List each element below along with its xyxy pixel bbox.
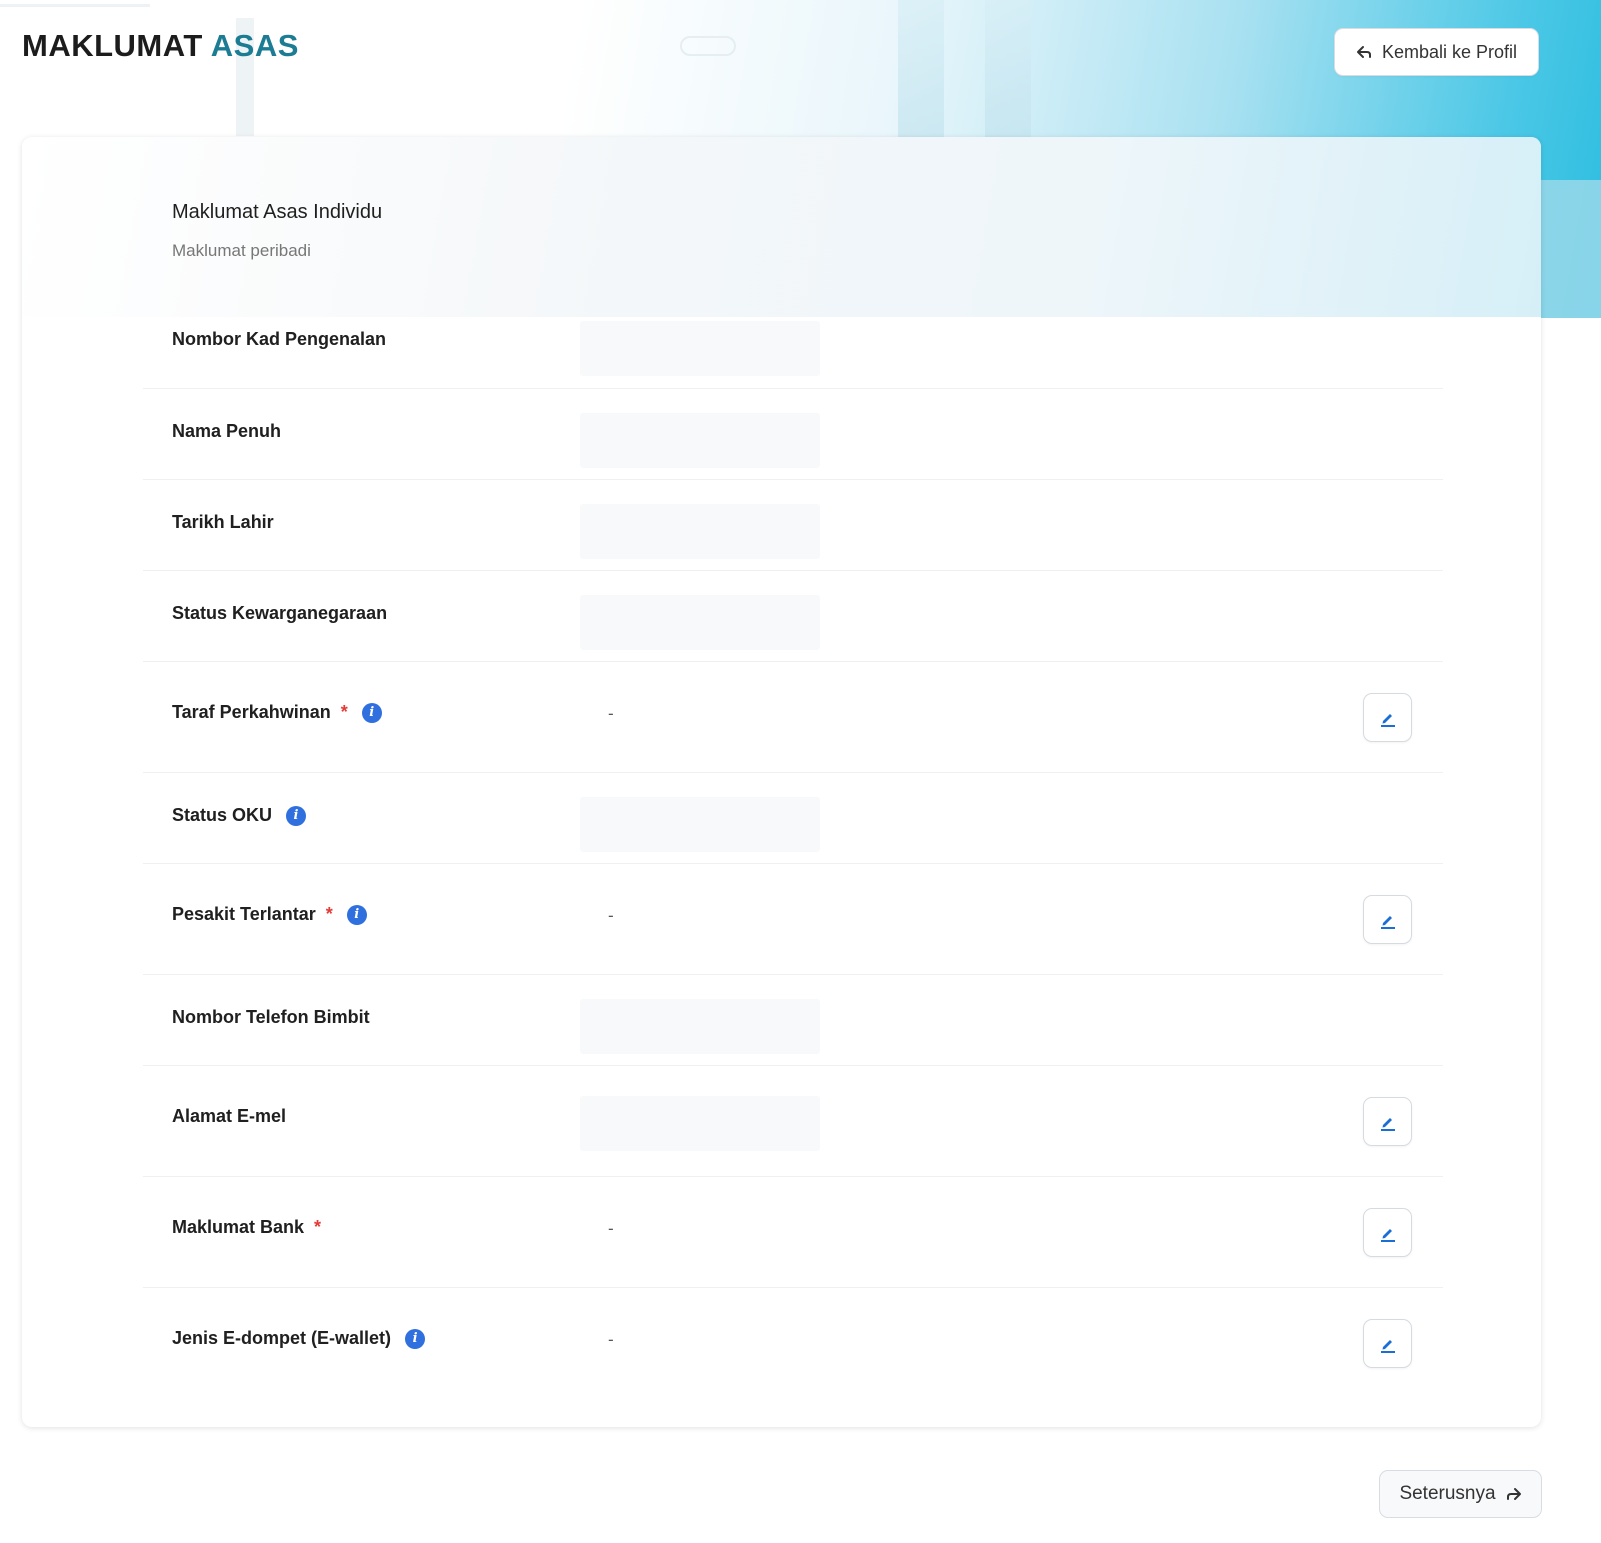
- field-label: Tarikh Lahir: [172, 512, 274, 532]
- info-icon[interactable]: i: [405, 1328, 426, 1349]
- field-row: Nombor Kad Pengenalan: [143, 297, 1443, 388]
- back-arrow-icon: [1356, 46, 1371, 58]
- field-label: Nama Penuh: [172, 421, 282, 441]
- edit-button[interactable]: [1363, 1208, 1412, 1257]
- pencil-icon: [1380, 713, 1395, 727]
- field-value: -: [608, 906, 614, 925]
- cloud-illustration: [680, 36, 736, 56]
- twin-tower-right-illustration: [985, 0, 1031, 140]
- pencil-icon: [1380, 1228, 1395, 1242]
- field-label-group: Status OKU i: [172, 805, 307, 826]
- next-button[interactable]: Seterusnya: [1379, 1470, 1542, 1518]
- page-title-main: MAKLUMAT: [22, 28, 203, 63]
- basic-info-card: Maklumat Asas Individu Maklumat peribadi…: [22, 137, 1541, 1427]
- field-label: Nombor Telefon Bimbit: [172, 1007, 370, 1027]
- field-row: Nombor Telefon Bimbit: [143, 974, 1443, 1065]
- field-label-group: Jenis E-dompet (E-wallet) i: [172, 1328, 426, 1349]
- info-icon[interactable]: i: [361, 702, 382, 723]
- field-row: Status OKU i: [143, 772, 1443, 863]
- redacted-value: [580, 1096, 820, 1151]
- field-label-group: Alamat E-mel: [172, 1106, 286, 1127]
- required-marker: *: [325, 904, 333, 924]
- redacted-value: [580, 413, 820, 468]
- back-to-profile-button[interactable]: Kembali ke Profil: [1334, 28, 1539, 76]
- required-marker: *: [314, 1217, 322, 1237]
- edit-button[interactable]: [1363, 895, 1412, 944]
- field-row: Nama Penuh: [143, 388, 1443, 479]
- field-label: Jenis E-dompet (E-wallet): [172, 1328, 392, 1348]
- decorative-line: [0, 4, 150, 11]
- field-label-group: Tarikh Lahir: [172, 512, 274, 533]
- info-icon[interactable]: i: [346, 904, 367, 925]
- page-title: MAKLUMAT ASAS: [22, 28, 299, 64]
- field-label: Pesakit Terlantar: [172, 904, 316, 924]
- field-value: -: [608, 704, 614, 723]
- field-row: Tarikh Lahir: [143, 479, 1443, 570]
- page-title-accent: ASAS: [210, 28, 299, 63]
- field-label-group: Nombor Telefon Bimbit: [172, 1007, 370, 1028]
- pencil-icon: [1380, 915, 1395, 929]
- edit-button[interactable]: [1363, 1097, 1412, 1146]
- skyline-illustration: [1540, 180, 1601, 318]
- field-label: Maklumat Bank: [172, 1217, 305, 1237]
- field-list: Nombor Kad Pengenalan Nama Penuh Tarikh La…: [143, 297, 1443, 1398]
- field-row: Maklumat Bank * -: [143, 1176, 1443, 1287]
- field-row: Pesakit Terlantar * i -: [143, 863, 1443, 974]
- card-title: Maklumat Asas Individu: [172, 201, 383, 223]
- card-header-background: [22, 137, 1541, 317]
- field-label: Status OKU: [172, 805, 273, 825]
- info-icon[interactable]: i: [286, 805, 307, 826]
- field-label: Alamat E-mel: [172, 1106, 287, 1126]
- field-row: Status Kewarganegaraan: [143, 570, 1443, 661]
- field-label: Taraf Perkahwinan: [172, 702, 331, 722]
- field-row: Jenis E-dompet (E-wallet) i -: [143, 1287, 1443, 1398]
- field-label: Status Kewarganegaraan: [172, 603, 388, 623]
- field-value: -: [608, 1219, 614, 1238]
- field-label-group: Status Kewarganegaraan: [172, 603, 387, 624]
- card-subtitle: Maklumat peribadi: [172, 241, 311, 260]
- field-label-group: Maklumat Bank *: [172, 1217, 321, 1238]
- field-label: Nombor Kad Pengenalan: [172, 329, 387, 349]
- required-marker: *: [340, 702, 348, 722]
- redacted-value: [580, 999, 820, 1054]
- redacted-value: [580, 797, 820, 852]
- redacted-value: [580, 321, 820, 376]
- field-value: -: [608, 1330, 614, 1349]
- field-row: Alamat E-mel: [143, 1065, 1443, 1176]
- edit-button[interactable]: [1363, 693, 1412, 742]
- field-row: Taraf Perkahwinan * i -: [143, 661, 1443, 772]
- edit-button[interactable]: [1363, 1319, 1412, 1368]
- forward-arrow-icon: [1506, 1488, 1521, 1500]
- redacted-value: [580, 504, 820, 559]
- field-label-group: Nombor Kad Pengenalan: [172, 329, 386, 350]
- twin-tower-left-illustration: [898, 0, 944, 140]
- field-label-group: Pesakit Terlantar * i: [172, 904, 367, 925]
- pencil-icon: [1380, 1339, 1395, 1353]
- field-label-group: Nama Penuh: [172, 421, 281, 442]
- redacted-value: [580, 595, 820, 650]
- back-to-profile-label: Kembali ke Profil: [1381, 41, 1518, 62]
- next-label: Seterusnya: [1399, 1483, 1496, 1504]
- pencil-icon: [1380, 1117, 1395, 1131]
- field-label-group: Taraf Perkahwinan * i: [172, 702, 382, 723]
